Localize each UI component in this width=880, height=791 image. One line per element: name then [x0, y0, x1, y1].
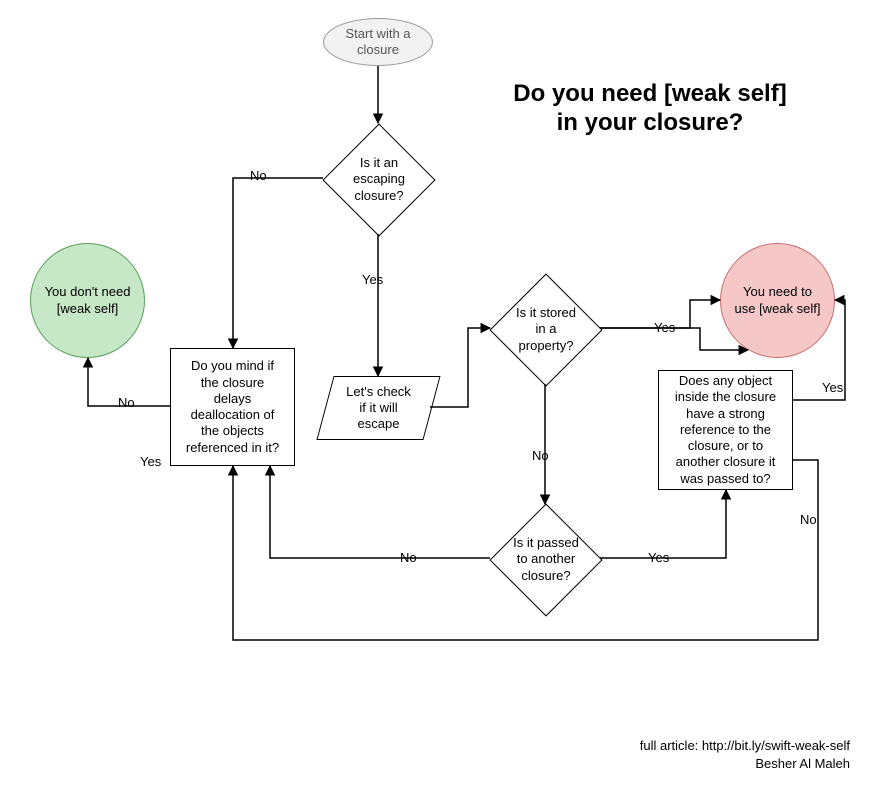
start-node: Start with aclosure [323, 18, 433, 66]
decision-escaping: Is it anescapingclosure? [322, 123, 435, 236]
label-stored-yes: Yes [652, 320, 677, 335]
io-lets-check: Let's checkif it willescape [316, 376, 440, 440]
decision-passed: Is it passedto anotherclosure? [489, 503, 602, 616]
decision-stored: Is it storedin aproperty? [489, 273, 602, 386]
footer-author: Besher Al Maleh [755, 756, 850, 771]
label-escaping-yes: Yes [360, 272, 385, 287]
process-mind: Do you mind ifthe closuredelaysdeallocat… [170, 348, 295, 466]
label-strongref-no: No [798, 512, 819, 527]
label-mind-yes: Yes [138, 454, 163, 469]
label-escaping-no: No [248, 168, 269, 183]
label-passed-yes: Yes [646, 550, 671, 565]
process-strongref: Does any objectinside the closurehave a … [658, 370, 793, 490]
label-mind-no: No [116, 395, 137, 410]
page-title: Do you need [weak self]in your closure? [470, 80, 830, 138]
terminal-need: You need touse [weak self] [720, 243, 835, 358]
label-passed-no: No [398, 550, 419, 565]
terminal-dont-need: You don't need[weak self] [30, 243, 145, 358]
label-stored-no: No [530, 448, 551, 463]
label-strongref-yes: Yes [820, 380, 845, 395]
footer-article: full article: http://bit.ly/swift-weak-s… [640, 738, 850, 753]
